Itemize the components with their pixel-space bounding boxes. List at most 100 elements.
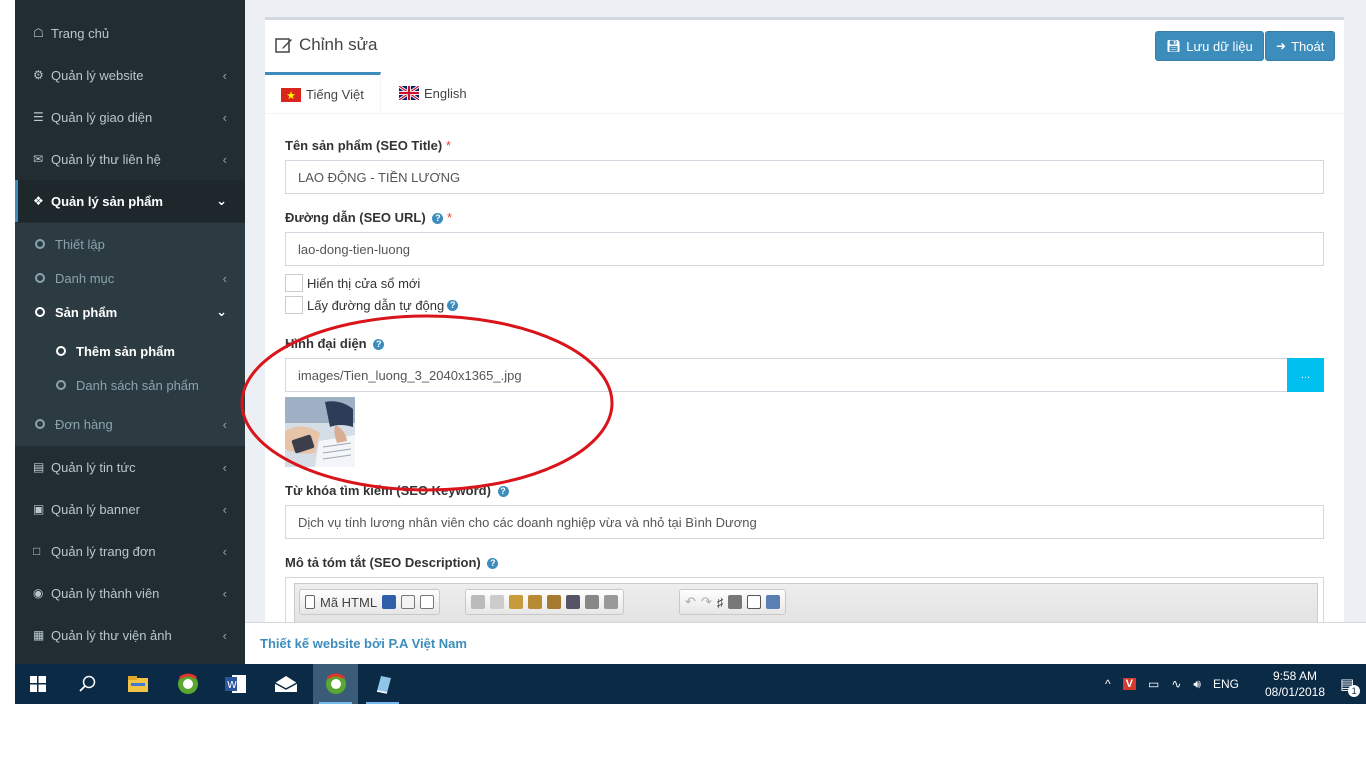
sidebar-item-label: Quản lý giao diện [51,109,153,125]
chevron-left-icon: ‹ [222,585,227,601]
paste-icon[interactable] [509,595,523,609]
action-center-button[interactable]: ▤ 1 [1340,664,1361,704]
taskbar-coccoc-browser[interactable] [165,664,210,704]
content-area: Chỉnh sửa 💾︎ Lưu dữ liệu ➜ Thoát Tiếng V… [245,0,1366,647]
submenu-products[interactable]: Sản phẩm ⌄ [15,295,245,329]
save-button[interactable]: 💾︎ Lưu dữ liệu [1155,31,1264,61]
tab-vietnamese[interactable]: Tiếng Việt [265,72,381,114]
print-icon[interactable] [566,595,580,609]
chevron-left-icon: ‹ [222,270,227,286]
submenu-label: Thêm sản phẩm [76,343,175,359]
label-text: Đường dẫn (SEO URL) [285,210,426,225]
submenu-add-product[interactable]: Thêm sản phẩm [15,334,245,368]
toolbar-group-undo: ↶ ↷ ♯ [679,589,787,615]
submenu-product-list[interactable]: Danh sách sản phẩm [15,368,245,402]
sidebar-item-banner[interactable]: ▣ Quản lý banner ‹ [15,488,245,530]
antivirus-icon[interactable]: V [1122,678,1136,690]
screen: ☖ Trang chủ ⚙ Quản lý website ‹ ☰ Quản l… [15,0,1366,704]
save-button-label: Lưu dữ liệu [1186,38,1253,54]
new-window-checkbox[interactable] [285,274,303,292]
paste-word-icon[interactable] [547,595,561,609]
seo-title-input[interactable]: LAO ĐỘNG - TIỀN LƯƠNG [285,160,1324,194]
chevron-left-icon: ‹ [222,501,227,517]
spellcheck-icon[interactable] [585,595,599,609]
clock-time: 9:58 AM [1272,669,1318,683]
clock[interactable]: 9:58 AM 08/01/2018 [1260,668,1330,700]
seo-url-input[interactable]: lao-dong-tien-luong [285,232,1324,266]
tab-english[interactable]: English [383,72,483,114]
toolbar-group-clipboard [465,589,624,615]
submenu-label: Danh sách sản phẩm [76,377,199,393]
taskbar-coccoc-active[interactable] [313,664,358,704]
help-icon[interactable]: ? [373,339,385,351]
scayt-icon[interactable] [604,595,618,609]
sidebar-item-members[interactable]: ◉ Quản lý thành viên ‹ [15,572,245,614]
replace-icon[interactable] [728,595,743,609]
preview-icon[interactable] [401,595,416,609]
paste-text-icon[interactable] [528,595,542,609]
source-button[interactable]: Mã HTML [320,595,377,610]
language-indicator[interactable]: ENG [1213,677,1239,691]
eraser-icon[interactable] [766,595,781,609]
windows-icon [29,676,46,692]
keyword-input[interactable]: Dịch vụ tính lương nhân viên cho các doa… [285,505,1324,539]
submenu-label: Danh mục [55,270,115,286]
sidebar-item-pages[interactable]: □ Quản lý trang đơn ‹ [15,530,245,572]
sidebar-item-home[interactable]: ☖ Trang chủ [15,12,245,54]
templates-icon[interactable] [420,595,435,609]
wifi-icon[interactable]: ∿ [1171,677,1181,691]
chevron-up-icon[interactable]: ^ [1105,677,1111,691]
circle-icon [35,273,45,283]
help-icon[interactable]: ? [447,299,459,311]
taskbar-notes-app[interactable] [360,664,405,704]
cut-icon[interactable] [471,595,485,609]
exit-button[interactable]: ➜ Thoát [1265,31,1336,61]
volume-icon[interactable]: 🔊︎ [1193,677,1201,692]
cubes-icon: ❖ [33,194,44,208]
folder-icon [127,676,148,692]
notes-icon [376,676,391,694]
help-icon[interactable]: ? [497,486,509,498]
battery-icon[interactable]: ▭ [1148,677,1159,691]
chevron-left-icon: ‹ [222,416,227,432]
word-icon: W [224,675,246,693]
sidebar-item-interface[interactable]: ☰ Quản lý giao diện ‹ [15,96,245,138]
laptop-icon: □ [33,544,41,558]
browse-image-button[interactable]: ... [1287,358,1324,392]
save-icon[interactable] [382,595,397,609]
start-button[interactable] [15,664,60,704]
undo-icon[interactable]: ↶ [685,594,696,610]
sidebar-item-news[interactable]: ▤ Quản lý tin tức ‹ [15,446,245,488]
sidebar-item-website[interactable]: ⚙ Quản lý website ‹ [15,54,245,96]
help-icon[interactable]: ? [487,558,499,570]
submenu-label: Thiết lập [55,236,105,252]
submenu-orders[interactable]: Đơn hàng ‹ [15,407,245,441]
image-path-input[interactable]: images/Tien_luong_3_2040x1365_.jpg [285,358,1288,392]
taskbar-mail[interactable] [263,664,308,704]
auto-url-checkbox[interactable] [285,296,303,314]
chevron-left-icon: ‹ [222,627,227,643]
thumbnail-image [285,397,355,467]
submenu-category[interactable]: Danh mục ‹ [15,261,245,295]
new-window-row: Hiển thị cửa sổ mới [285,274,420,292]
find-icon[interactable]: ♯ [717,595,724,610]
redo-icon[interactable]: ↷ [701,594,712,610]
select-all-icon[interactable] [747,595,762,609]
clock-date: 08/01/2018 [1264,685,1326,699]
help-icon[interactable]: ? [432,213,444,225]
sidebar-item-products[interactable]: ❖ Quản lý sản phẩm ⌄ [15,180,245,222]
sidebar-item-gallery[interactable]: ▦ Quản lý thư viện ảnh ‹ [15,614,245,656]
gallery-icon: ▦ [33,628,45,642]
label-text: Tên sản phẩm (SEO Title) [285,138,443,153]
taskbar-file-explorer[interactable] [115,664,160,704]
submenu-setup[interactable]: Thiết lập [15,227,245,261]
taskbar-word[interactable]: W [213,664,258,704]
search-button[interactable] [65,664,110,704]
page-title: Chỉnh sửa [275,35,377,55]
page-title-text: Chỉnh sửa [299,35,378,54]
sign-out-icon: ➜ [1276,39,1287,53]
browse-button-label: ... [1300,369,1311,381]
taskbar: W ^ V ▭ ∿ 🔊︎ ENG 9:58 AM 08/01/2018 ▤ 1 [15,664,1366,704]
copy-icon[interactable] [490,595,504,609]
sidebar-item-contact[interactable]: ✉ Quản lý thư liên hệ ‹ [15,138,245,180]
